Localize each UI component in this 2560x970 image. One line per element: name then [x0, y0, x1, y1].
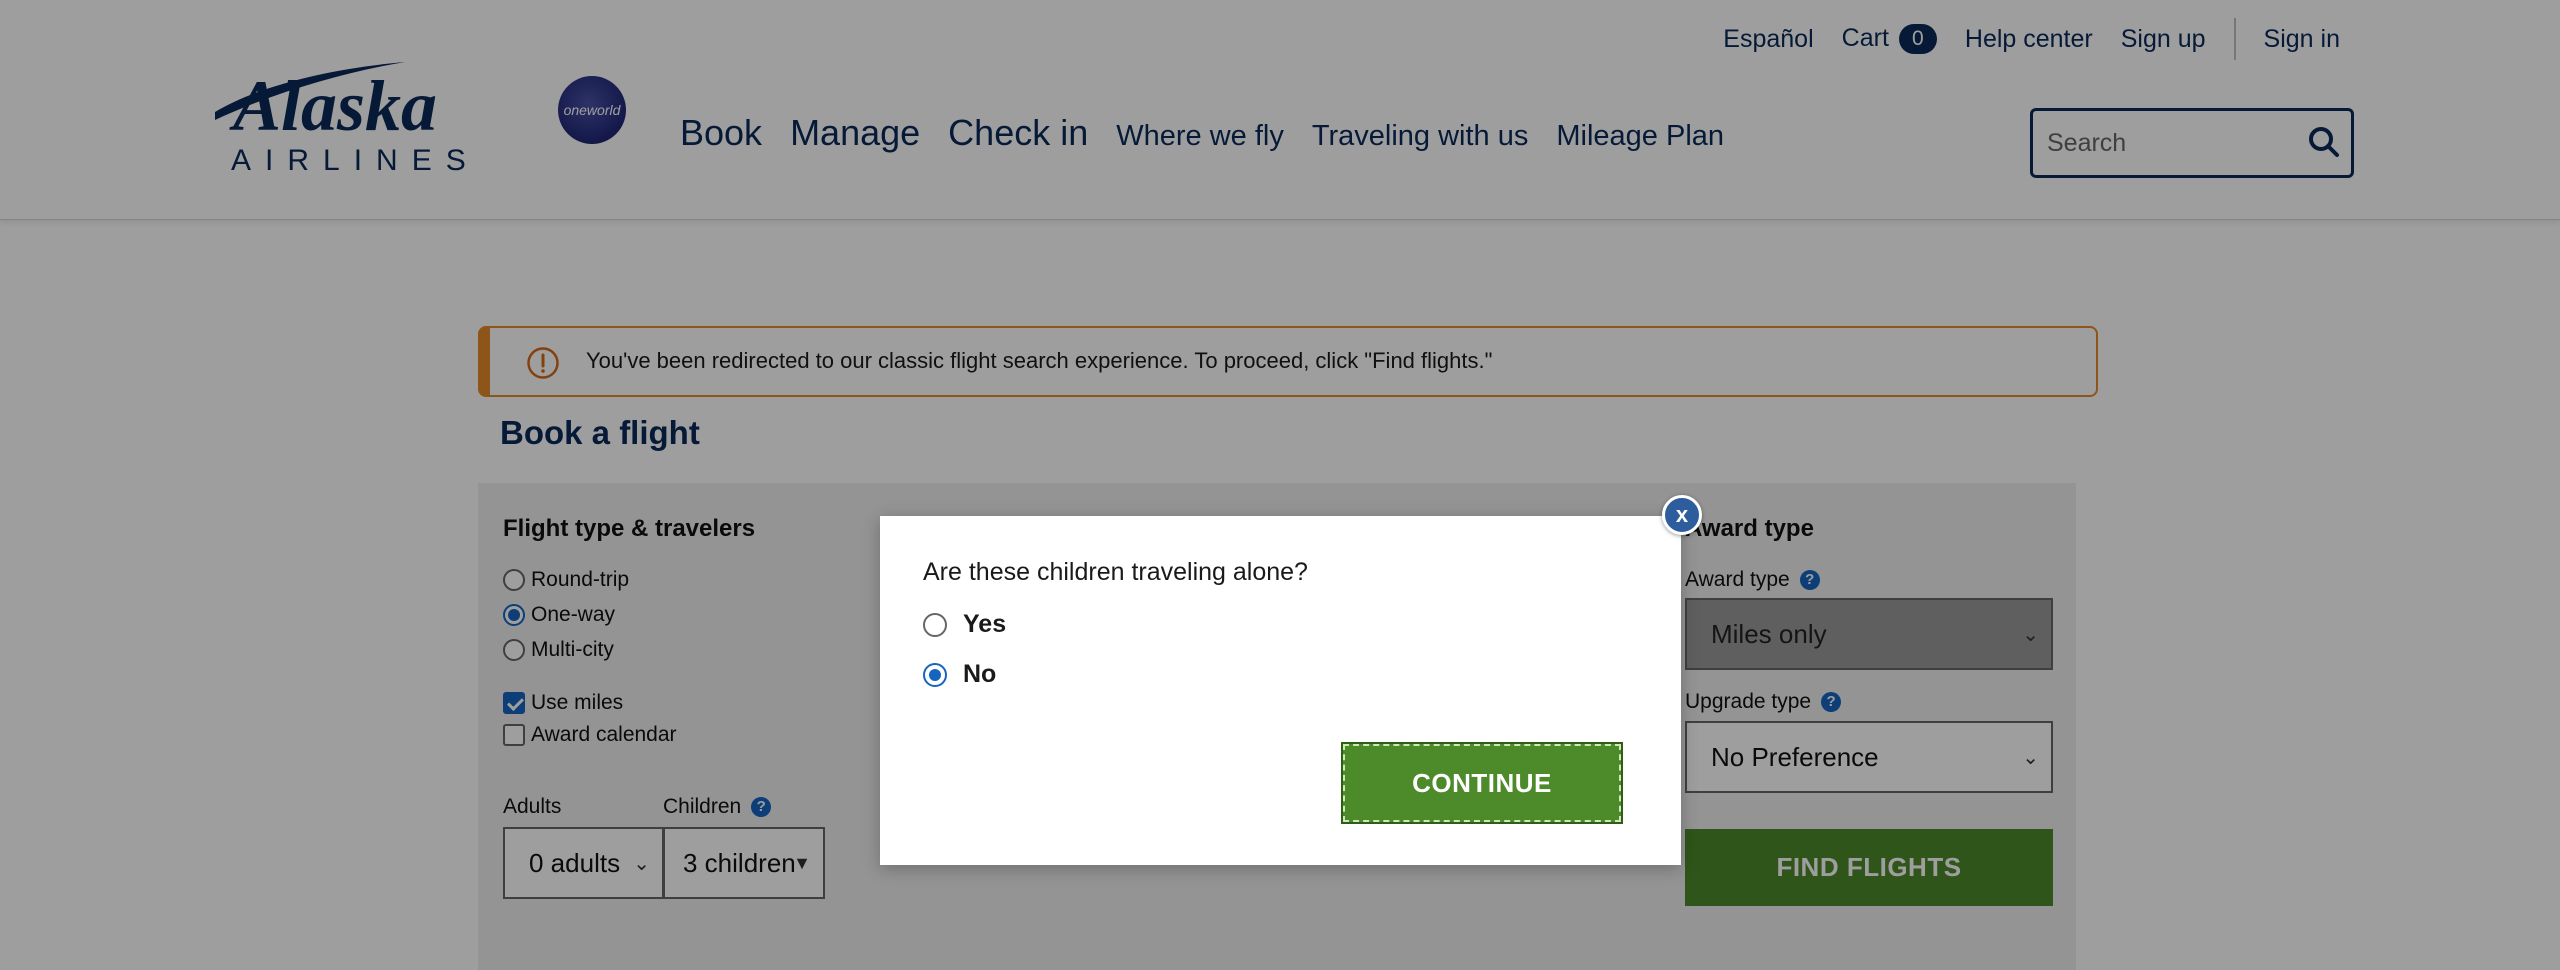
modal-option-no[interactable]: No: [923, 660, 996, 689]
yes-radio[interactable]: [923, 612, 947, 637]
continue-button[interactable]: CONTINUE: [1341, 742, 1623, 824]
yes-label: Yes: [963, 610, 1007, 638]
no-label: No: [963, 660, 997, 688]
children-traveling-alone-modal: Are these children traveling alone? Yes …: [880, 516, 1681, 865]
close-icon[interactable]: x: [1662, 495, 1702, 535]
modal-question: Are these children traveling alone?: [923, 558, 1308, 586]
no-radio[interactable]: [923, 662, 947, 687]
modal-option-yes[interactable]: Yes: [923, 610, 1006, 639]
